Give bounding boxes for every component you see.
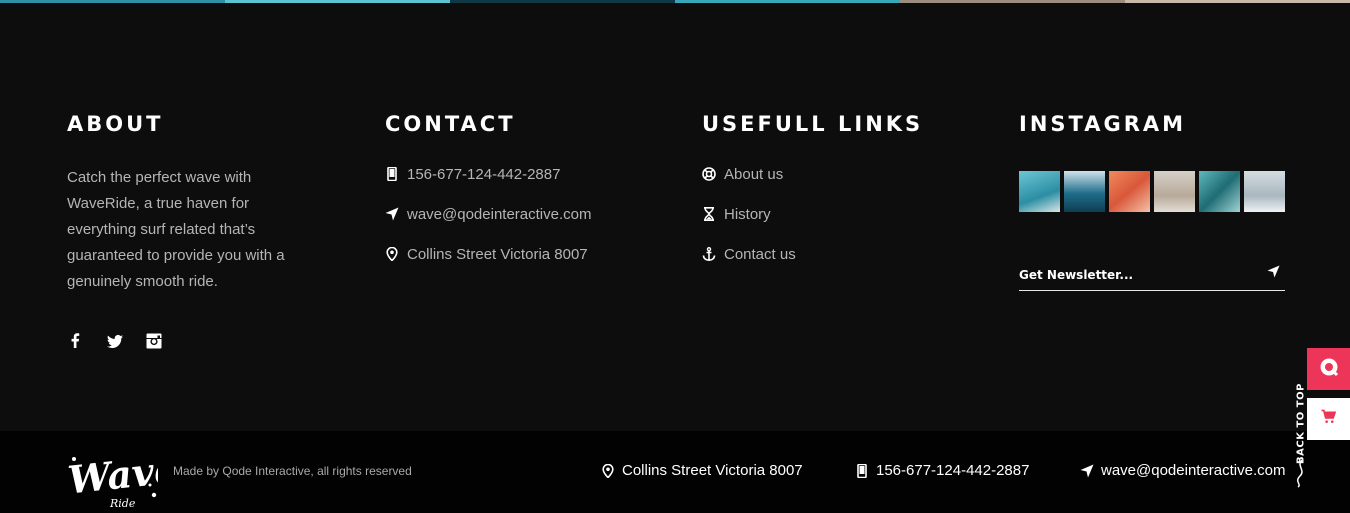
bottom-phone[interactable]: 156-677-124-442-2887 — [855, 462, 1029, 479]
logo-subtext: Ride — [109, 497, 136, 509]
link-history-label: History — [724, 205, 771, 223]
waveride-logo[interactable]: Wave Ride — [66, 437, 180, 510]
bottom-address-label: Collins Street Victoria 8007 — [622, 462, 803, 479]
back-to-top-label: BACK TO TOP — [1295, 383, 1307, 464]
back-to-top-button[interactable]: BACK TO TOP — [1290, 378, 1312, 488]
contact-address[interactable]: Collins Street Victoria 8007 — [385, 234, 591, 274]
anchor-icon — [702, 247, 716, 261]
wave-line-icon — [1296, 459, 1303, 488]
instagram-title: INSTAGRAM — [1019, 112, 1187, 136]
quick-view-button[interactable] — [1307, 348, 1350, 390]
newsletter-send-icon[interactable] — [1267, 265, 1281, 279]
hourglass-icon — [702, 207, 716, 221]
contact-phone[interactable]: 156-677-124-442-2887 — [385, 154, 591, 194]
bottom-address[interactable]: Collins Street Victoria 8007 — [601, 462, 803, 479]
links-list: About us History Contact us — [702, 154, 796, 274]
location-pin-icon — [601, 463, 615, 478]
lifebuoy-icon — [702, 167, 716, 181]
about-title: ABOUT — [67, 112, 164, 136]
logo-wordmark: Wave — [66, 446, 158, 502]
link-about-us[interactable]: About us — [702, 154, 796, 194]
links-title: USEFULL LINKS — [702, 112, 924, 136]
cart-button[interactable] — [1307, 398, 1350, 440]
link-contact-us[interactable]: Contact us — [702, 234, 796, 274]
instagram-photo[interactable] — [1199, 171, 1240, 212]
instagram-photo[interactable] — [1109, 171, 1150, 212]
link-history[interactable]: History — [702, 194, 796, 234]
send-icon — [1080, 464, 1094, 478]
instagram-photo[interactable] — [1019, 171, 1060, 212]
copyright-text: Made by Qode Interactive, all rights res… — [173, 464, 412, 478]
bottom-phone-label: 156-677-124-442-2887 — [876, 462, 1030, 479]
contact-list: 156-677-124-442-2887 wave@qodeinteractiv… — [385, 154, 591, 274]
footer-main: ABOUT Catch the perfect wave with WaveRi… — [0, 3, 1350, 431]
contact-email-label: wave@qodeinteractive.com — [407, 205, 592, 223]
instagram-photo[interactable] — [1154, 171, 1195, 212]
newsletter-input[interactable] — [1019, 261, 1249, 289]
instagram-photo[interactable] — [1064, 171, 1105, 212]
footer-bottom-bar: Wave Ride Made by Qode Interactive, all … — [0, 431, 1350, 513]
instagram-feed — [1019, 171, 1285, 212]
phone-icon — [385, 167, 399, 181]
contact-phone-label: 156-677-124-442-2887 — [407, 165, 561, 183]
phone-icon — [855, 463, 869, 478]
link-contact-us-label: Contact us — [724, 245, 796, 263]
contact-title: CONTACT — [385, 112, 516, 136]
facebook-icon[interactable] — [67, 332, 84, 349]
social-links — [67, 332, 162, 349]
contact-email[interactable]: wave@qodeinteractive.com — [385, 194, 591, 234]
bottom-email-label: wave@qodeinteractive.com — [1101, 462, 1286, 479]
link-about-us-label: About us — [724, 165, 784, 183]
location-pin-icon — [385, 247, 399, 261]
contact-address-label: Collins Street Victoria 8007 — [407, 245, 588, 263]
newsletter-form — [1019, 261, 1285, 291]
instagram-photo[interactable] — [1244, 171, 1285, 212]
send-icon — [385, 207, 399, 221]
instagram-icon[interactable] — [145, 332, 162, 349]
twitter-icon[interactable] — [106, 332, 123, 349]
about-text: Catch the perfect wave with WaveRide, a … — [67, 169, 285, 290]
bottom-email[interactable]: wave@qodeinteractive.com — [1080, 462, 1285, 479]
target-icon — [1319, 357, 1339, 382]
cart-icon — [1321, 409, 1337, 429]
